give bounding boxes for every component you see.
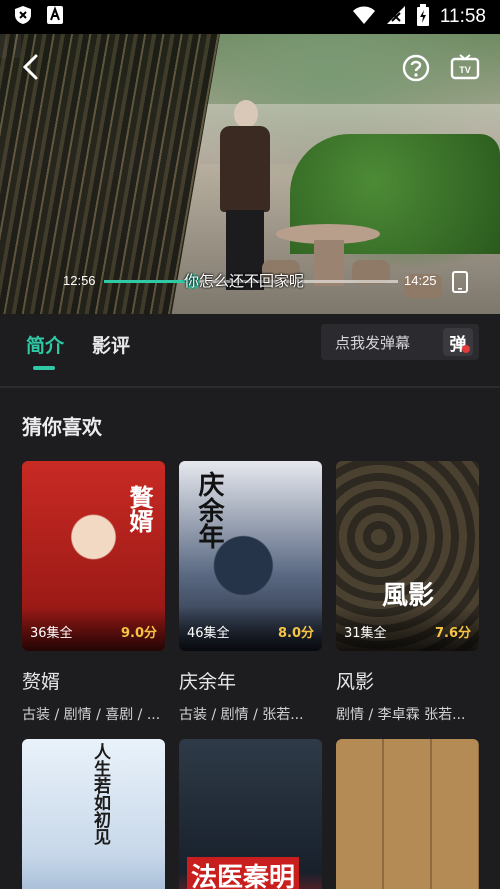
poster-title: 贅婿: [125, 485, 153, 533]
recommend-card[interactable]: 人生若如初见: [22, 739, 165, 889]
score: 9.0分: [120, 626, 157, 641]
detail-tabs: 简介 影评 点我发弹幕 弹: [0, 314, 500, 374]
current-time: 12:56: [63, 273, 96, 288]
svg-text:TV: TV: [459, 65, 471, 75]
poster-title: 庆余年: [194, 471, 224, 549]
help-icon[interactable]: [402, 54, 430, 86]
recommend-card[interactable]: 法医秦明: [179, 739, 322, 889]
tab-reviews[interactable]: 影评: [92, 331, 130, 358]
recommend-card[interactable]: 贅婿 36集全 9.0分 赘婿 古装 / 剧情 / 喜剧 / ...: [22, 461, 165, 724]
poster[interactable]: 庆余年 46集全 8.0分: [179, 461, 322, 651]
poster[interactable]: 人生若如初见: [22, 739, 165, 889]
card-tags: 古装 / 剧情 / 喜剧 / ...: [22, 707, 161, 723]
shield-icon: [14, 5, 32, 29]
back-icon[interactable]: [20, 54, 44, 84]
video-player[interactable]: TV 12:56 你怎么还不回家呢 14:25: [0, 34, 500, 314]
poster[interactable]: 風影 31集全 7.6分: [336, 461, 479, 651]
wifi-icon: [352, 5, 376, 29]
status-bar: 11:58: [0, 0, 500, 34]
episode-count: 31集全: [344, 626, 387, 641]
danmu-toggle-button[interactable]: 弹: [443, 328, 473, 356]
poster[interactable]: [336, 739, 479, 889]
duration: 14:25: [404, 273, 437, 288]
card-title: 赘婿: [22, 671, 61, 693]
tv-icon[interactable]: TV: [450, 54, 480, 86]
card-title: 庆余年: [179, 671, 237, 693]
recommend-card[interactable]: 風影 31集全 7.6分 风影 剧情 / 李卓霖 张若...: [336, 461, 479, 724]
danmaku-comment: 你怎么还不回家呢: [184, 272, 305, 290]
card-tags: 古装 / 剧情 / 张若...: [179, 707, 304, 723]
section-title: 猜你喜欢: [22, 415, 102, 439]
battery-charging-icon: [416, 4, 430, 30]
score: 8.0分: [277, 626, 314, 641]
tab-intro[interactable]: 简介: [26, 331, 64, 358]
rotate-icon[interactable]: [451, 270, 469, 298]
poster-title: 法医秦明: [187, 857, 300, 889]
poster-title: 人生若如初见: [90, 743, 110, 845]
recommend-card[interactable]: [336, 739, 479, 889]
card-title: 风影: [336, 671, 375, 693]
divider: [0, 386, 500, 388]
clock: 11:58: [439, 6, 486, 27]
tab-active-indicator: [33, 366, 55, 370]
recommend-card[interactable]: 庆余年 46集全 8.0分 庆余年 古装 / 剧情 / 张若...: [179, 461, 322, 724]
card-tags: 剧情 / 李卓霖 张若...: [336, 707, 466, 723]
episode-count: 46集全: [187, 626, 230, 641]
seek-bar-fill: [104, 280, 193, 283]
a-icon: [46, 5, 64, 29]
signal-icon: [386, 5, 406, 29]
episode-count: 36集全: [30, 626, 73, 641]
score: 7.6分: [434, 626, 471, 641]
poster[interactable]: 法医秦明: [179, 739, 322, 889]
danmu-placeholder: 点我发弹幕: [335, 333, 411, 352]
danmu-off-indicator: [462, 345, 470, 353]
poster[interactable]: 贅婿 36集全 9.0分: [22, 461, 165, 651]
danmu-input[interactable]: 点我发弹幕 弹: [321, 324, 479, 360]
